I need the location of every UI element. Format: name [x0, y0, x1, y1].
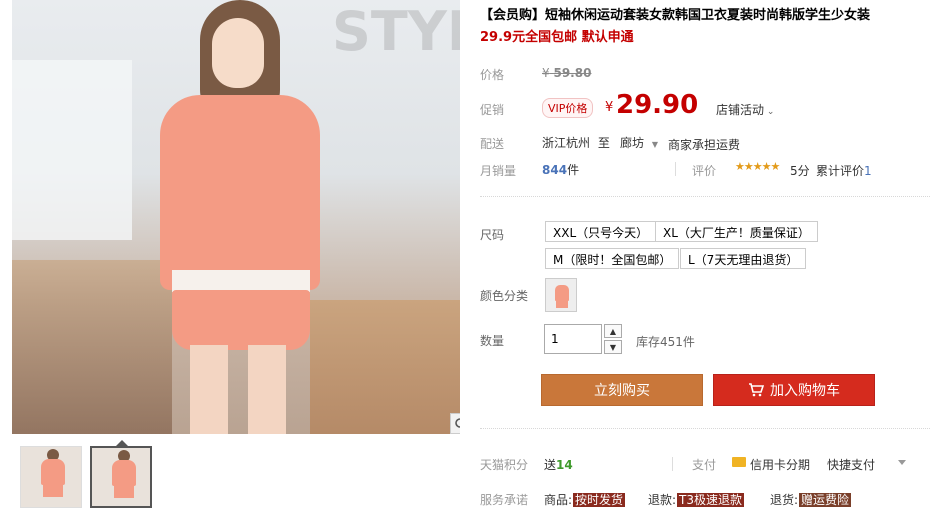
thumb-shorts [43, 485, 63, 497]
caret-down-icon: ▼ [651, 140, 658, 149]
points-number: 14 [556, 458, 573, 472]
caret-down-icon[interactable] [898, 460, 906, 465]
product-title: 【会员购】短袖休闲运动套装女款韩国卫衣夏装时尚韩版学生少女装 [480, 8, 871, 23]
main-product-image[interactable]: STYLIS [12, 0, 460, 434]
ship-from-city: 浙江杭州 [542, 136, 591, 150]
color-label: 颜色分类 [480, 289, 529, 303]
points-prefix: 送 [544, 458, 557, 472]
star-rating-icon: ★★★★★ [735, 160, 780, 173]
divider [480, 196, 930, 197]
promise-return: 退货: 赠运费险 [770, 491, 852, 508]
thumb-selected-arrow [116, 440, 128, 446]
chevron-up-icon: ▲ [609, 326, 617, 336]
price-box: 价格 ¥ 59.80 促销 VIP价格 ¥ 29.90 店铺活动 ⌄ 配送 浙江… [480, 54, 930, 188]
add-to-cart-label: 加入购物车 [770, 383, 840, 399]
sales-count: 844 [542, 163, 568, 177]
price-label: 价格 [480, 68, 505, 82]
color-option-pink[interactable] [545, 278, 577, 312]
ship-from: 浙江杭州 至 [542, 134, 610, 151]
current-price: 29.90 [616, 90, 699, 120]
credit-installment[interactable]: 信用卡分期 [750, 456, 810, 473]
promise-refund: 退款: T3极速退款 [648, 491, 745, 508]
quantity-input[interactable]: 1 [544, 324, 602, 354]
size-option-xxl[interactable]: XXL（只号今天） [545, 221, 657, 242]
ship-to-city: 廊坊 [620, 136, 645, 150]
shop-activity-label: 店铺活动 [716, 103, 765, 117]
bg-table [310, 300, 460, 434]
model-top [160, 95, 320, 290]
reviews-count: 1 [864, 164, 872, 178]
magnifier-icon[interactable] [450, 413, 460, 434]
thumb-shorts [114, 486, 134, 498]
quick-pay[interactable]: 快捷支付 [827, 456, 875, 473]
size-option-m[interactable]: M（限时！全国包邮） [545, 248, 680, 269]
product-info: 【会员购】短袖休闲运动套装女款韩国卫衣夏装时尚韩版学生少女装 29.9元全国包邮… [480, 0, 930, 519]
rating-score: 5分 [790, 164, 810, 178]
size-option-xl[interactable]: XL（大厂生产！质量保证） [655, 221, 818, 242]
shop-activity-dropdown[interactable]: 店铺活动 ⌄ [716, 101, 774, 118]
cart-icon [749, 383, 764, 397]
divider [675, 162, 676, 176]
credit-card-icon [732, 457, 746, 467]
reviews-link[interactable]: 累计评价1 [816, 162, 872, 179]
bg-shelf [12, 260, 172, 434]
chevron-down-icon: ⌄ [764, 107, 775, 117]
promise-prefix: 商品: [544, 493, 573, 507]
thumbnail-2-selected[interactable] [90, 446, 152, 508]
promo-label: 促销 [480, 103, 505, 117]
promise-prefix: 退款: [648, 493, 677, 507]
color-swatch-body [555, 285, 569, 301]
bg-window [12, 60, 132, 240]
qty-decrease-button[interactable]: ▼ [604, 340, 622, 354]
currency-symbol: ¥ [542, 66, 550, 80]
stock-count: 库存451件 [636, 335, 695, 349]
divider [480, 428, 930, 429]
payment-label: 支付 [692, 458, 717, 472]
promise-prefix: 退货: [770, 493, 799, 507]
bg-watermark: STYLIS [332, 0, 460, 63]
current-currency: ¥ [605, 100, 614, 115]
promise-tag: 按时发货 [573, 493, 626, 507]
thumb-body [41, 459, 65, 485]
vip-price-tag: VIP价格 [542, 98, 594, 118]
model-shorts [172, 290, 310, 350]
chevron-down-icon: ▼ [609, 342, 617, 352]
image-gallery: STYLIS [0, 0, 470, 519]
model-leg [190, 345, 228, 434]
qty-increase-button[interactable]: ▲ [604, 324, 622, 338]
product-subtitle: 29.9元全国包邮 默认申通 [480, 30, 634, 45]
ship-label: 配送 [480, 137, 505, 151]
thumbnail-1[interactable] [20, 446, 82, 508]
qty-label: 数量 [480, 334, 505, 348]
size-option-l[interactable]: L（7天无理由退货） [680, 248, 807, 269]
sales-unit: 件 [567, 163, 580, 177]
sales-label: 月销量 [480, 164, 517, 178]
thumb-body [112, 460, 136, 486]
original-price: ¥ 59.80 [542, 66, 591, 80]
promise-shipping: 商品: 按时发货 [544, 491, 626, 508]
ship-to-word: 至 [597, 136, 610, 150]
divider [672, 457, 673, 471]
promise-tag: T3极速退款 [677, 493, 745, 507]
promise-tag: 赠运费险 [799, 493, 852, 507]
monthly-sales: 844件 [542, 161, 579, 178]
shipping-fee: 商家承担运费 [668, 138, 741, 152]
model-band [172, 270, 310, 292]
points-value: 送14 [544, 456, 573, 473]
points-label: 天猫积分 [480, 458, 529, 472]
model-face [212, 18, 264, 88]
buy-now-button[interactable]: 立刻购买 [541, 374, 703, 406]
rating-label: 评价 [692, 164, 717, 178]
ship-to-selector[interactable]: 廊坊 ▼ [620, 134, 658, 151]
model-leg [248, 345, 286, 434]
add-to-cart-button[interactable]: 加入购物车 [713, 374, 875, 406]
size-label: 尺码 [480, 228, 505, 242]
reviews-text: 累计评价 [816, 164, 865, 178]
color-swatch-shorts [556, 301, 568, 308]
original-price-amount: 59.80 [553, 66, 592, 80]
promise-label: 服务承诺 [480, 493, 529, 507]
